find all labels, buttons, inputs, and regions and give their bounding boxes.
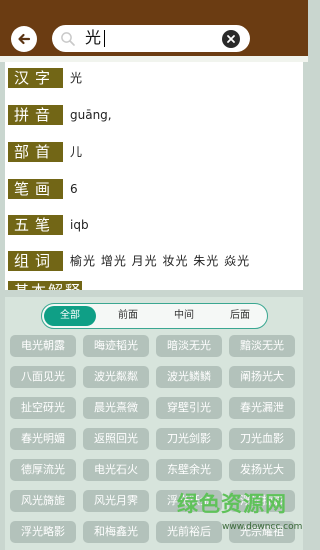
- info-label: 笔画: [8, 179, 63, 199]
- idiom-item[interactable]: 春光明媚: [10, 428, 76, 450]
- tab-back[interactable]: 后面: [214, 306, 266, 326]
- idiom-item[interactable]: 春光漏泄: [229, 397, 295, 419]
- info-label: 组词: [8, 251, 63, 271]
- info-row-words: 组词 榆光 增光 月光 妆光 朱光 焱光: [8, 251, 298, 271]
- idiom-item[interactable]: 返照回光: [83, 428, 149, 450]
- info-row-hanzi: 汉字 光: [8, 68, 298, 88]
- search-icon: [61, 32, 75, 46]
- watermark-url: www.downcc.com: [222, 522, 303, 532]
- back-arrow-icon: [18, 33, 31, 45]
- idiom-item[interactable]: 东壁余光: [156, 459, 222, 481]
- search-input[interactable]: 光: [52, 25, 250, 52]
- idiom-item[interactable]: 阐扬光大: [229, 366, 295, 388]
- close-icon: [227, 35, 235, 43]
- idiom-item[interactable]: 晨光熹微: [83, 397, 149, 419]
- info-row-radical: 部首 儿: [8, 142, 298, 162]
- tab-all[interactable]: 全部: [44, 306, 96, 326]
- clear-search-button[interactable]: [222, 30, 240, 48]
- idiom-item[interactable]: 波光粼粼: [83, 366, 149, 388]
- watermark-text: 绿色资源网: [177, 492, 287, 516]
- back-button[interactable]: [11, 26, 37, 52]
- info-row-definition: 基本解释: [8, 281, 298, 290]
- info-label: 拼音: [8, 105, 63, 125]
- info-value: 光: [70, 71, 83, 85]
- info-label: 汉字: [8, 68, 63, 88]
- info-value: iqb: [70, 218, 89, 232]
- info-label: 五笔: [8, 215, 63, 235]
- info-value: 榆光 增光 月光 妆光 朱光 焱光: [70, 254, 251, 268]
- character-info-card: 汉字 光 拼音 guāng, 部首 儿 笔画 6 五笔 iqb 组词 榆光 增光…: [5, 62, 303, 290]
- idiom-item[interactable]: 浮光略影: [10, 521, 76, 543]
- info-row-wubi: 五笔 iqb: [8, 215, 298, 235]
- info-row-strokes: 笔画 6: [8, 179, 298, 199]
- text-caret: [104, 30, 105, 47]
- site-watermark: 绿色资源网 www.downcc.com: [170, 488, 308, 550]
- info-value: 6: [70, 182, 78, 196]
- idiom-item[interactable]: 黯淡无光: [229, 335, 295, 357]
- idiom-item[interactable]: 刀光血影: [229, 428, 295, 450]
- idiom-item[interactable]: 电光石火: [83, 459, 149, 481]
- info-value: guāng,: [70, 108, 112, 122]
- idiom-item[interactable]: 发扬光大: [229, 459, 295, 481]
- position-tabs: 全部 前面 中间 后面: [41, 303, 268, 329]
- tab-middle[interactable]: 中间: [158, 306, 210, 326]
- info-label: 部首: [8, 142, 63, 162]
- idiom-item[interactable]: 和梅鑫光: [83, 521, 149, 543]
- tab-front[interactable]: 前面: [102, 306, 154, 326]
- idiom-item[interactable]: 风光月霁: [83, 490, 149, 512]
- idiom-item[interactable]: 刀光剑影: [156, 428, 222, 450]
- app-header: 光: [0, 0, 308, 62]
- idiom-item[interactable]: 扯空砑光: [10, 397, 76, 419]
- info-label: 基本解释: [8, 281, 82, 290]
- idiom-item[interactable]: 穿壁引光: [156, 397, 222, 419]
- idiom-item[interactable]: 风光旖旎: [10, 490, 76, 512]
- idiom-item[interactable]: 波光鳞鳞: [156, 366, 222, 388]
- idiom-item[interactable]: 八面见光: [10, 366, 76, 388]
- info-value: 儿: [70, 145, 83, 159]
- idiom-item[interactable]: 暗淡无光: [156, 335, 222, 357]
- info-row-pinyin: 拼音 guāng,: [8, 105, 298, 125]
- search-value: 光: [85, 28, 102, 47]
- idiom-item[interactable]: 德厚流光: [10, 459, 76, 481]
- idiom-item[interactable]: 电光朝露: [10, 335, 76, 357]
- idiom-item[interactable]: 晦迹韬光: [83, 335, 149, 357]
